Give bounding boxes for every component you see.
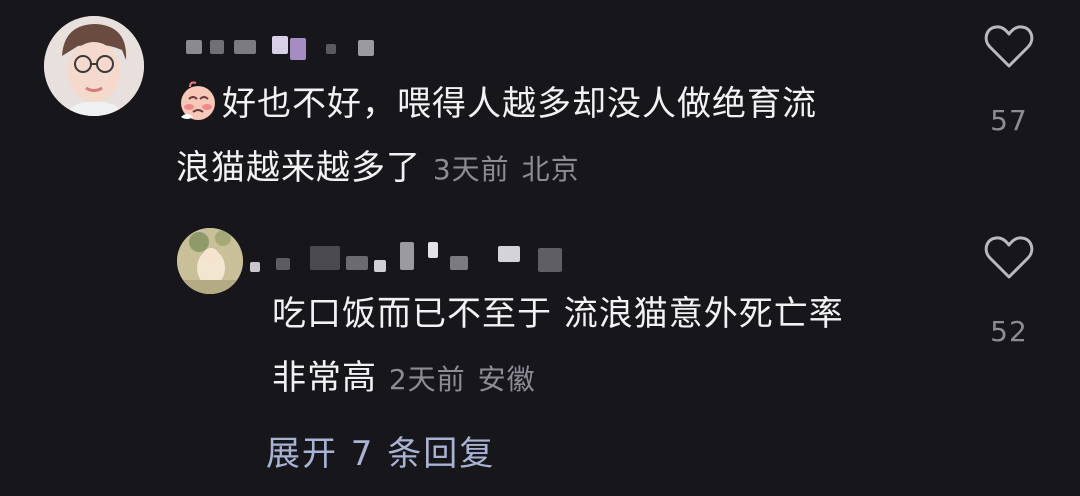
reply-like-count: 52 [990,315,1028,348]
user-avatar-woman-glasses-icon [44,16,144,116]
reply-meta: 2天前 安徽 [389,363,536,396]
commenter-username[interactable] [186,34,396,60]
replier-avatar[interactable] [177,228,243,294]
comment-body: 好也不好，喂得人越多却没人做绝育流 浪猫越来越多了 3天前 北京 [176,72,817,202]
expand-replies-button[interactable]: 展开 7 条回复 [266,426,495,475]
commenter-avatar[interactable] [44,16,144,116]
replier-username[interactable] [250,242,580,272]
comment-meta: 3天前 北京 [433,153,580,186]
comment-line-2: 浪猫越来越多了 3天前 北京 [176,148,580,188]
heart-icon[interactable] [984,235,1034,281]
reply-line-1: 吃口饭而已不至于 流浪猫意外死亡率 [272,294,844,334]
reply-location: 安徽 [477,363,536,396]
user-avatar-photo-icon [177,228,243,294]
reply-body: 吃口饭而已不至于 流浪猫意外死亡率 非常高 2天前 安徽 [272,282,844,412]
sad-face-emoji-icon [176,79,220,123]
heart-icon[interactable] [984,24,1034,70]
reply-like[interactable]: 52 [979,235,1039,348]
comment-like-count: 57 [990,104,1028,137]
comment-line-1: 好也不好，喂得人越多却没人做绝育流 [176,72,817,136]
comment-location: 北京 [521,153,580,186]
comment-time: 3天前 [432,153,510,186]
reply-time: 2天前 [388,363,466,396]
reply-line-2: 非常高 2天前 安徽 [272,358,536,398]
comment-like[interactable]: 57 [979,24,1039,137]
